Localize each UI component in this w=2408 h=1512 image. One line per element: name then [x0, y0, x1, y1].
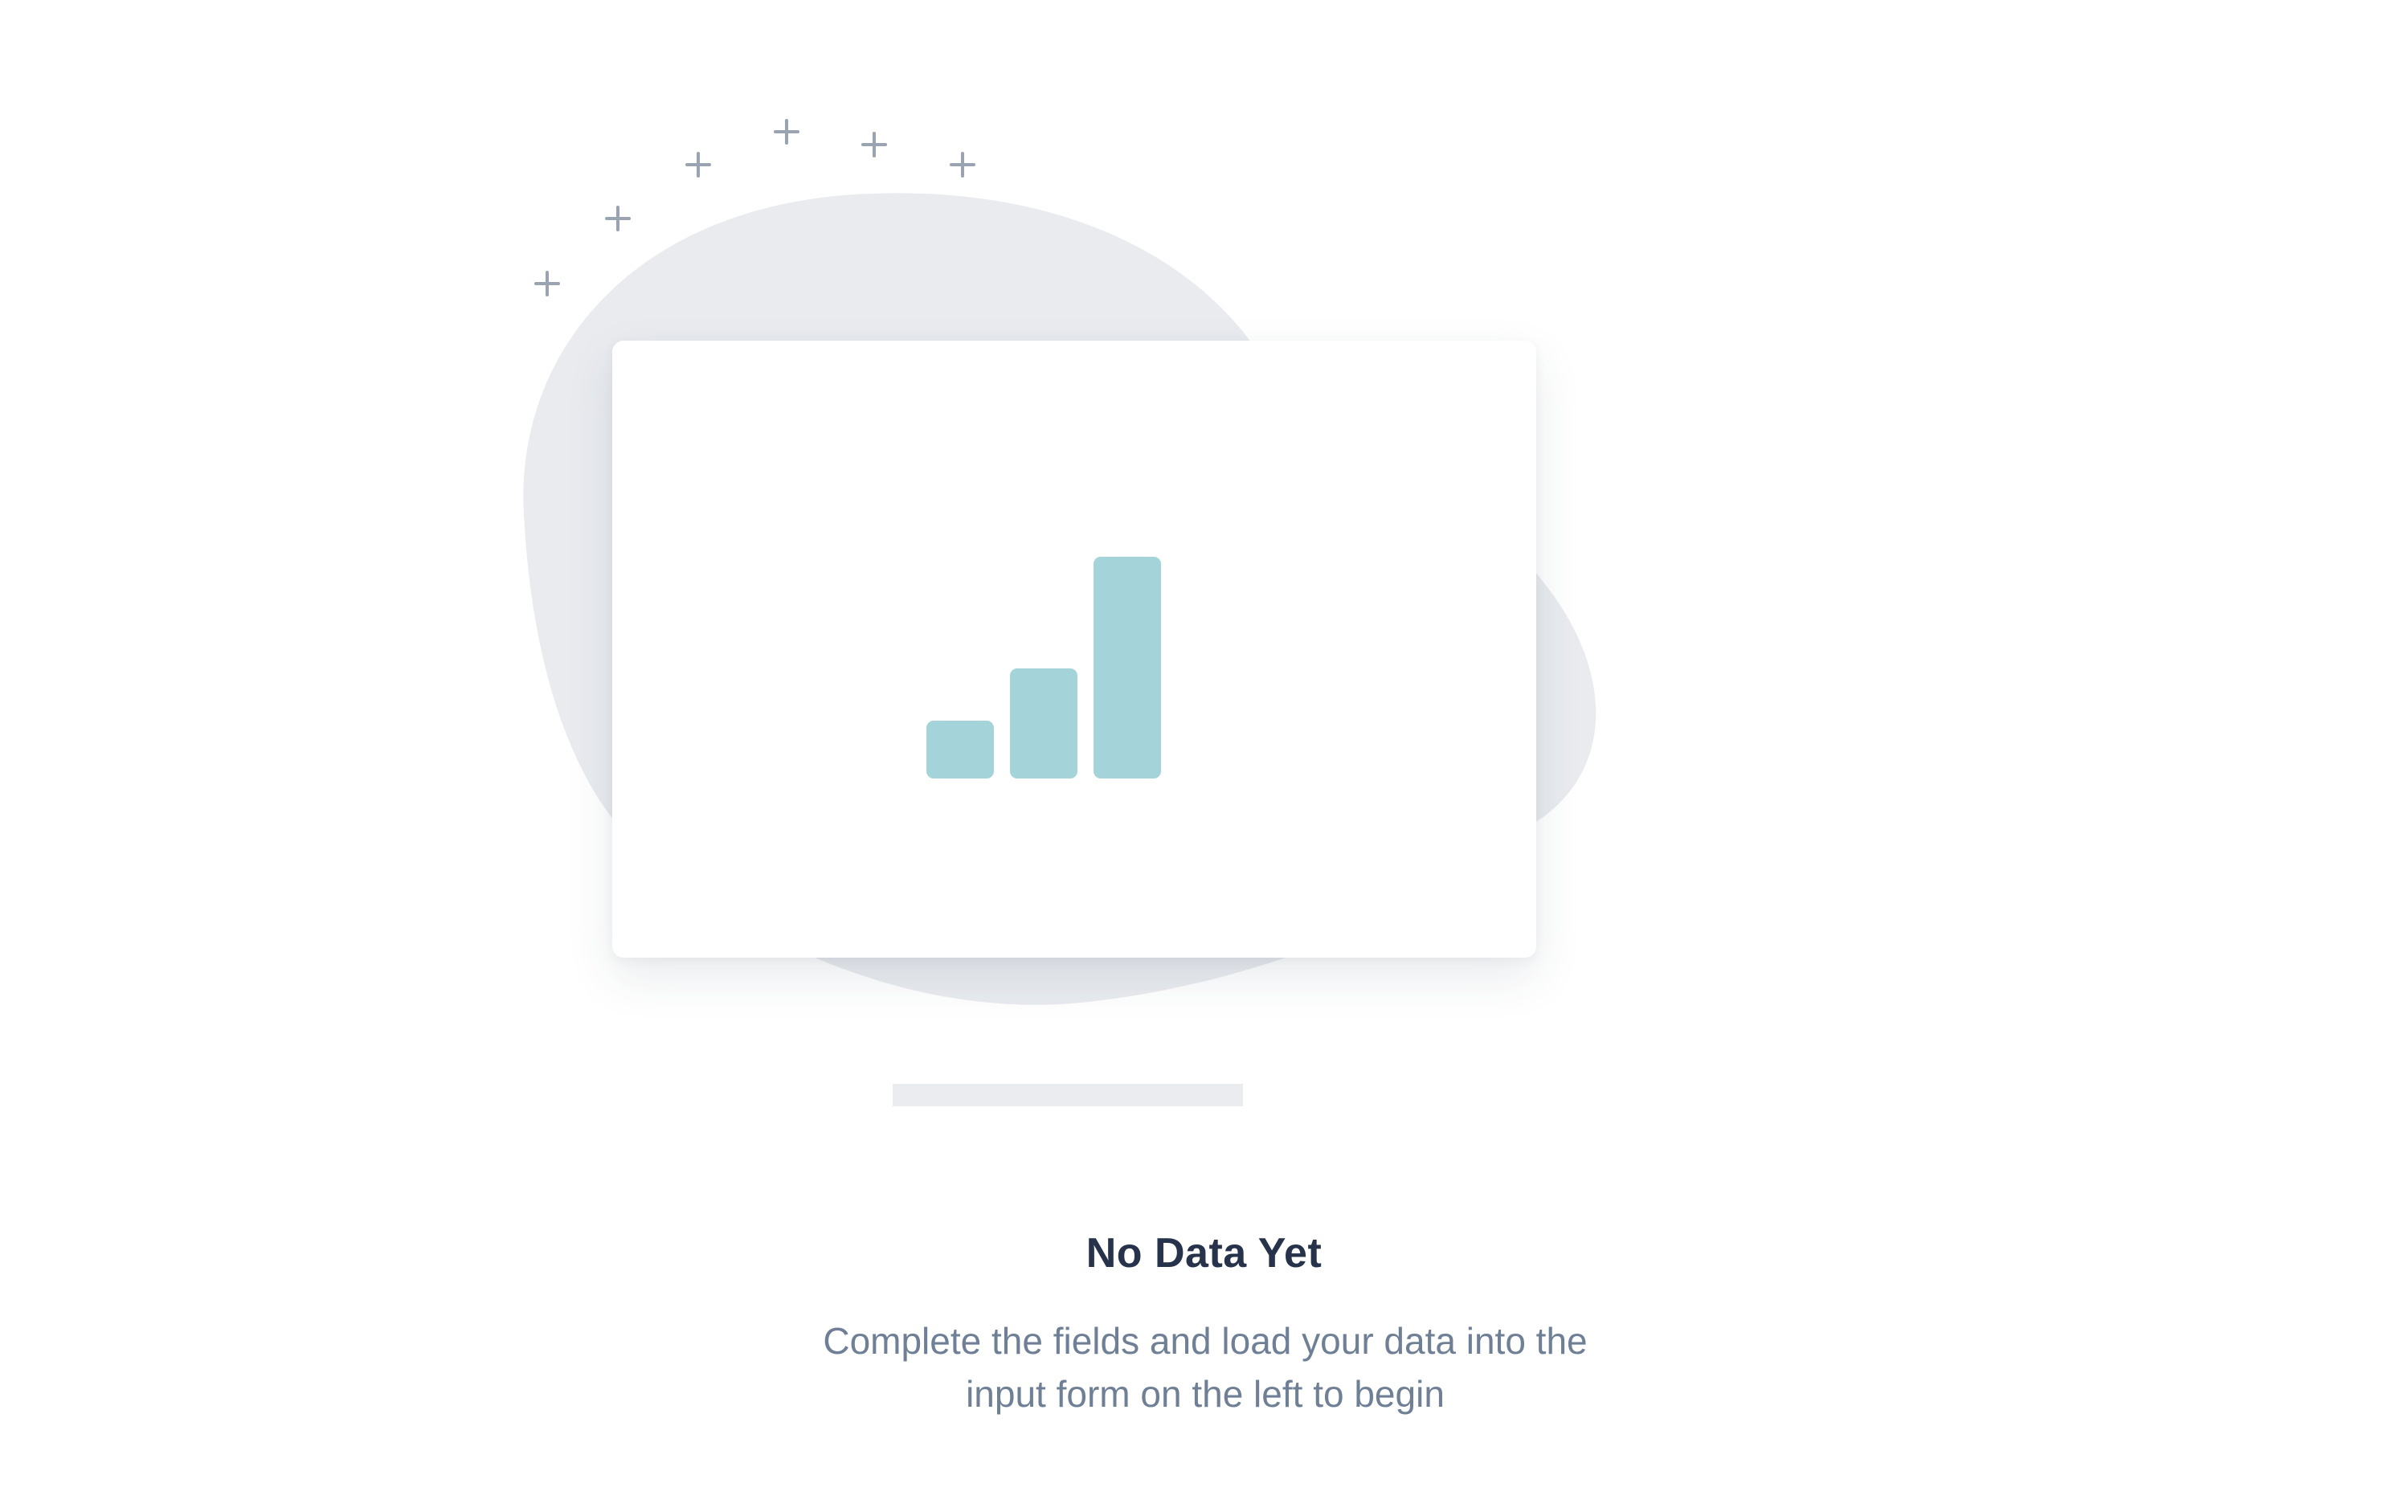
- empty-state-illustration: [0, 0, 2408, 1512]
- plus-icon: [861, 132, 887, 157]
- empty-state-title: No Data Yet: [1085, 1230, 1323, 1277]
- chart-card: [612, 341, 1536, 958]
- plus-icon: [605, 206, 631, 231]
- bar-chart-icon: [612, 341, 1536, 958]
- chart-bar-medium: [1010, 668, 1077, 778]
- empty-state-description: Complete the fields and load your data i…: [823, 1320, 1588, 1415]
- plus-icon: [950, 152, 975, 178]
- illustration-base: [893, 1084, 1243, 1106]
- plus-icon: [774, 119, 799, 145]
- plus-icon: [685, 152, 711, 178]
- plus-icon: [534, 271, 560, 296]
- chart-bar-large: [1094, 557, 1161, 778]
- chart-bar-small: [926, 721, 994, 778]
- empty-state: No Data Yet Complete the fields and load…: [0, 0, 2408, 1512]
